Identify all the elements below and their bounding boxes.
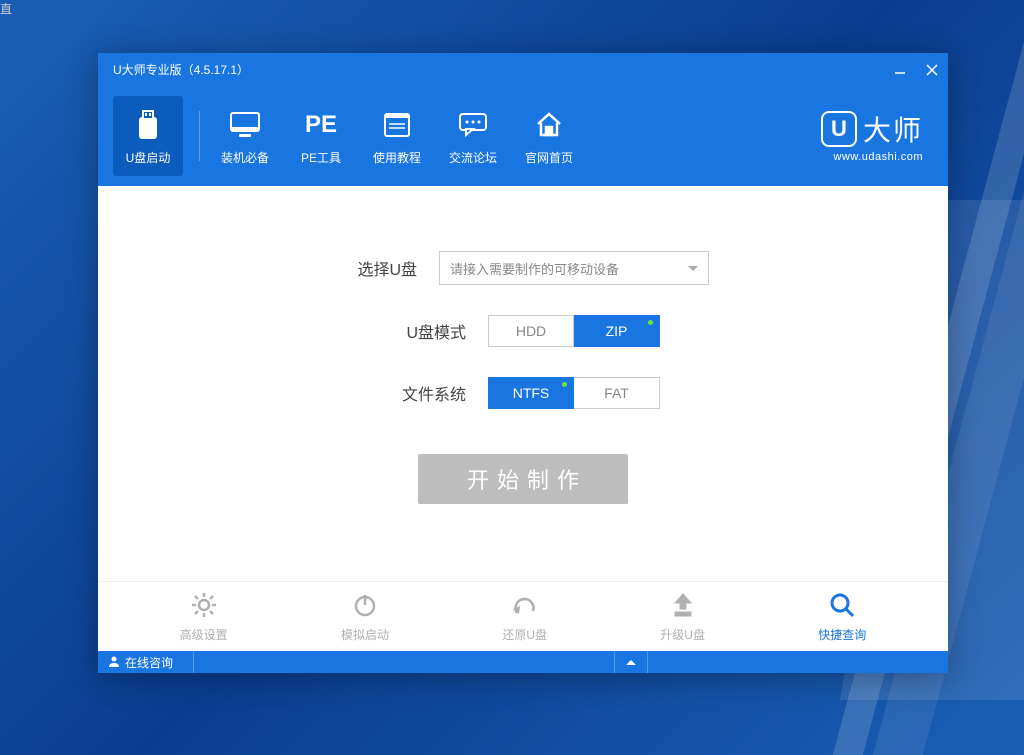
quick-query-button[interactable]: 快捷查询 bbox=[818, 591, 866, 643]
nav-label: PE工具 bbox=[301, 149, 341, 166]
chevron-down-icon bbox=[688, 266, 698, 271]
book-icon bbox=[383, 107, 411, 143]
bottom-label: 快捷查询 bbox=[818, 626, 866, 643]
simulate-boot-button[interactable]: 模拟启动 bbox=[341, 591, 389, 643]
restore-usb-button[interactable]: 还原U盘 bbox=[502, 591, 547, 643]
usb-mode-toggle: HDD ZIP bbox=[488, 315, 660, 347]
nav-label: 使用教程 bbox=[373, 149, 421, 166]
bottom-label: 升级U盘 bbox=[660, 626, 705, 643]
close-button[interactable] bbox=[916, 53, 948, 86]
nav-usb-boot[interactable]: U盘启动 bbox=[113, 96, 183, 176]
nav-official-site[interactable]: 官网首页 bbox=[514, 96, 584, 176]
mode-hdd-option[interactable]: HDD bbox=[488, 315, 574, 347]
gear-icon bbox=[190, 591, 218, 622]
nav-label: U盘启动 bbox=[126, 149, 171, 166]
fs-ntfs-option[interactable]: NTFS bbox=[488, 377, 574, 409]
usb-device-dropdown[interactable]: 请接入需要制作的可移动设备 bbox=[439, 251, 709, 285]
monitor-icon bbox=[229, 107, 261, 143]
online-consult-button[interactable]: 在线咨询 bbox=[108, 651, 194, 673]
minimize-button[interactable] bbox=[884, 53, 916, 86]
nav-label: 官网首页 bbox=[525, 149, 573, 166]
consult-label: 在线咨询 bbox=[125, 654, 173, 671]
app-window: U大师专业版（4.5.17.1） U盘启动 装机必备 PE PE工具 bbox=[98, 53, 948, 673]
search-icon bbox=[828, 591, 856, 622]
select-usb-label: 选择U盘 bbox=[337, 256, 417, 280]
upgrade-usb-button[interactable]: 升级U盘 bbox=[660, 591, 705, 643]
status-expand-toggle[interactable] bbox=[614, 651, 648, 673]
caret-up-icon bbox=[626, 660, 636, 665]
main-content: 选择U盘 请接入需要制作的可移动设备 U盘模式 HDD ZIP 文件系统 bbox=[98, 186, 948, 581]
bottom-label: 还原U盘 bbox=[502, 626, 547, 643]
start-create-button[interactable]: 开始制作 bbox=[418, 454, 628, 504]
advanced-settings-button[interactable]: 高级设置 bbox=[180, 591, 228, 643]
usb-icon bbox=[133, 107, 163, 143]
filesystem-toggle: NTFS FAT bbox=[488, 377, 660, 409]
dropdown-placeholder: 请接入需要制作的可移动设备 bbox=[450, 259, 619, 278]
person-icon bbox=[108, 655, 120, 670]
upload-icon bbox=[669, 591, 697, 622]
logo-u-icon: U bbox=[821, 111, 857, 147]
nav-tutorial[interactable]: 使用教程 bbox=[362, 96, 432, 176]
nav-pe-tools[interactable]: PE PE工具 bbox=[286, 96, 356, 176]
titlebar: U大师专业版（4.5.17.1） bbox=[98, 53, 948, 86]
recommended-dot-icon bbox=[648, 320, 653, 325]
fs-fat-option[interactable]: FAT bbox=[574, 377, 660, 409]
navbar: U盘启动 装机必备 PE PE工具 使用教程 交流论坛 bbox=[98, 86, 948, 186]
mode-zip-option[interactable]: ZIP bbox=[574, 315, 660, 347]
status-bar: 在线咨询 bbox=[98, 651, 948, 673]
nav-forum[interactable]: 交流论坛 bbox=[438, 96, 508, 176]
window-title: U大师专业版（4.5.17.1） bbox=[113, 61, 249, 78]
logo-url: www.udashi.com bbox=[833, 151, 923, 163]
usb-mode-label: U盘模式 bbox=[386, 319, 466, 343]
nav-install-essentials[interactable]: 装机必备 bbox=[210, 96, 280, 176]
nav-label: 装机必备 bbox=[221, 149, 269, 166]
recommended-dot-icon bbox=[562, 382, 567, 387]
logo-brand: 大师 bbox=[863, 109, 923, 149]
logo: U 大师 www.udashi.com bbox=[821, 109, 923, 163]
pe-icon: PE bbox=[305, 107, 337, 143]
undo-icon bbox=[511, 591, 539, 622]
home-icon bbox=[534, 107, 564, 143]
bottom-toolbar: 高级设置 模拟启动 还原U盘 升级U盘 快捷查询 bbox=[98, 581, 948, 651]
bottom-label: 高级设置 bbox=[180, 626, 228, 643]
bottom-label: 模拟启动 bbox=[341, 626, 389, 643]
chat-icon bbox=[458, 107, 488, 143]
filesystem-label: 文件系统 bbox=[386, 381, 466, 405]
nav-label: 交流论坛 bbox=[449, 149, 497, 166]
power-icon bbox=[351, 591, 379, 622]
